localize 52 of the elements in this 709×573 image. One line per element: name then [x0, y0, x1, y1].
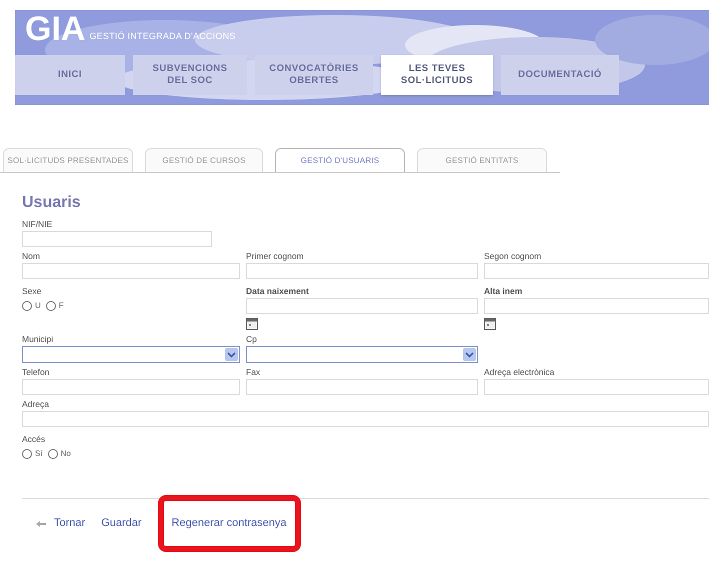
radio-button[interactable] [48, 449, 58, 459]
input-field[interactable] [484, 263, 709, 279]
field-label: NIF/NIE [22, 218, 54, 231]
calendar-icon[interactable] [484, 318, 496, 330]
field-label: Adreça [22, 398, 50, 411]
dropdown-field[interactable] [246, 346, 478, 363]
input-field[interactable] [246, 298, 478, 314]
logo-subtitle: GESTIÓ INTEGRADA D'ACCIONS [89, 30, 236, 42]
sub-tab[interactable]: SOL·LICITUDS PRESENTADES [3, 148, 133, 172]
radio-label: F [58, 300, 64, 312]
nav-tab[interactable]: CONVOCATÒRIES OBERTES [255, 55, 373, 95]
input-field[interactable] [22, 411, 709, 427]
radio-button[interactable] [22, 301, 32, 311]
action-link[interactable]: Tornar [36, 515, 86, 532]
input-field[interactable] [484, 379, 709, 395]
calendar-icon[interactable] [246, 318, 258, 330]
field-label: Sexe [22, 285, 42, 298]
field-label: Telefon [22, 366, 50, 379]
radio-label: No [60, 448, 71, 460]
logo-text: GIA [25, 12, 86, 46]
sub-tab[interactable]: GESTIÓ ENTITATS [417, 148, 547, 172]
form-title: Usuaris [22, 193, 82, 213]
field-label: Primer cognom [246, 250, 305, 263]
nav-tab[interactable]: DOCUMENTACIÓ [501, 55, 619, 95]
input-field[interactable] [22, 379, 240, 395]
radio-button[interactable] [22, 449, 32, 459]
radio-button[interactable] [46, 301, 56, 311]
nav-tab[interactable]: LES TEVES SOL·LICITUDS [381, 55, 493, 95]
field-label: Accés [22, 433, 46, 446]
input-field[interactable] [484, 298, 709, 314]
input-field[interactable] [246, 379, 478, 395]
nav-tab[interactable]: SUBVENCIONS DEL SOC [133, 55, 247, 95]
action-link[interactable]: Guardar [101, 515, 142, 532]
field-label: Segon cognom [484, 250, 542, 263]
sub-tab[interactable]: GESTIÓ DE CURSOS [145, 148, 263, 172]
field-label: Data naixement [246, 285, 310, 298]
dropdown-field[interactable] [22, 346, 240, 363]
sub-tab[interactable]: GESTIÓ D'USUARIS [275, 148, 405, 172]
field-label: Cp [246, 333, 258, 346]
input-field[interactable] [22, 263, 240, 279]
nav-tab[interactable]: INICI [15, 55, 125, 95]
field-label: Nom [22, 250, 41, 263]
field-label: Adreça electrònica [484, 366, 556, 379]
radio-label: U [35, 300, 41, 312]
input-field[interactable] [246, 263, 478, 279]
field-label: Municipi [22, 333, 54, 346]
radio-label: Sí [35, 448, 43, 460]
field-label: Alta inem [484, 285, 524, 298]
action-link[interactable]: Regenerar contrasenya [172, 515, 287, 532]
field-label: Fax [246, 366, 262, 379]
back-arrow-icon [36, 520, 46, 526]
input-field[interactable] [22, 231, 212, 247]
